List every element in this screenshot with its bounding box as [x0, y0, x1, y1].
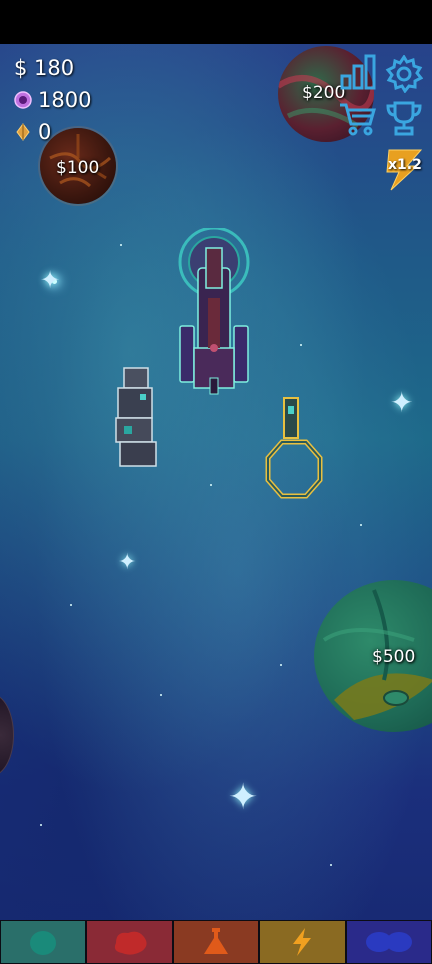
star — [330, 864, 332, 866]
multiplier-label: x1.2 — [388, 157, 422, 173]
tab-weapons[interactable] — [86, 920, 173, 964]
gear-icon[interactable] — [385, 55, 423, 93]
crystal-icon — [16, 123, 30, 141]
star — [210, 484, 212, 486]
bottom-tab-bar — [0, 920, 432, 964]
sparkle-star: ✦ — [390, 386, 414, 419]
orb-icon — [30, 931, 57, 955]
trophy-icon[interactable] — [385, 100, 423, 136]
money-counter: $ 180 — [14, 56, 74, 80]
lightning-icon — [293, 928, 312, 956]
planet-left-price: $100 — [56, 158, 100, 178]
star — [360, 524, 362, 526]
orb-value: 1800 — [38, 88, 92, 112]
planet-edge-left[interactable] — [0, 694, 14, 776]
sparkle-star: ✦ — [40, 266, 61, 294]
star — [120, 244, 122, 246]
sparkle-star: ✦ — [118, 550, 137, 575]
tab-research[interactable] — [172, 920, 260, 964]
sparkle-star: ✦ — [228, 777, 259, 818]
tab-ships[interactable] — [0, 920, 87, 964]
tab-fleet[interactable] — [345, 920, 432, 964]
yellow-ring-ship[interactable] — [264, 396, 324, 500]
crystal-value: 0 — [38, 120, 52, 144]
bar-chart-icon[interactable] — [340, 54, 376, 90]
blob-icon — [114, 931, 147, 955]
status-bar — [0, 0, 432, 44]
shopping-cart-icon[interactable] — [338, 102, 376, 136]
mothership[interactable] — [170, 228, 262, 400]
star — [280, 664, 282, 666]
planet-top-right-price: $200 — [302, 83, 346, 103]
tab-energy[interactable] — [259, 920, 346, 964]
star — [40, 824, 42, 826]
star — [70, 604, 72, 606]
flask-icon — [204, 928, 229, 954]
space-background: ✦ ✦ ✦ ✦ $100 $200 $500 — [0, 44, 432, 920]
planet-bottom-right-price: $500 — [372, 647, 416, 667]
crystal-counter: 0 — [14, 120, 51, 144]
orb-counter: 1800 — [14, 88, 91, 112]
money-value: $ 180 — [14, 56, 75, 80]
star — [160, 694, 162, 696]
orb-icon — [14, 91, 32, 109]
infinity-icon — [365, 932, 412, 952]
star — [300, 344, 302, 346]
grey-ship[interactable] — [114, 366, 160, 470]
